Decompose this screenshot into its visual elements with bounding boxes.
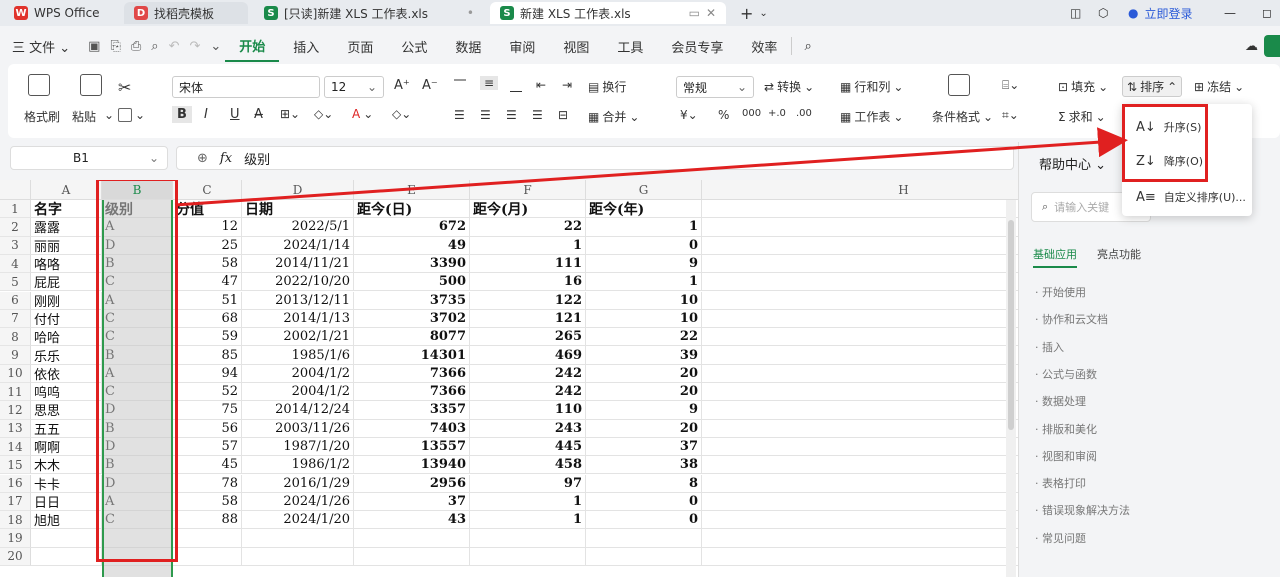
annotation-arrow <box>174 127 1128 207</box>
